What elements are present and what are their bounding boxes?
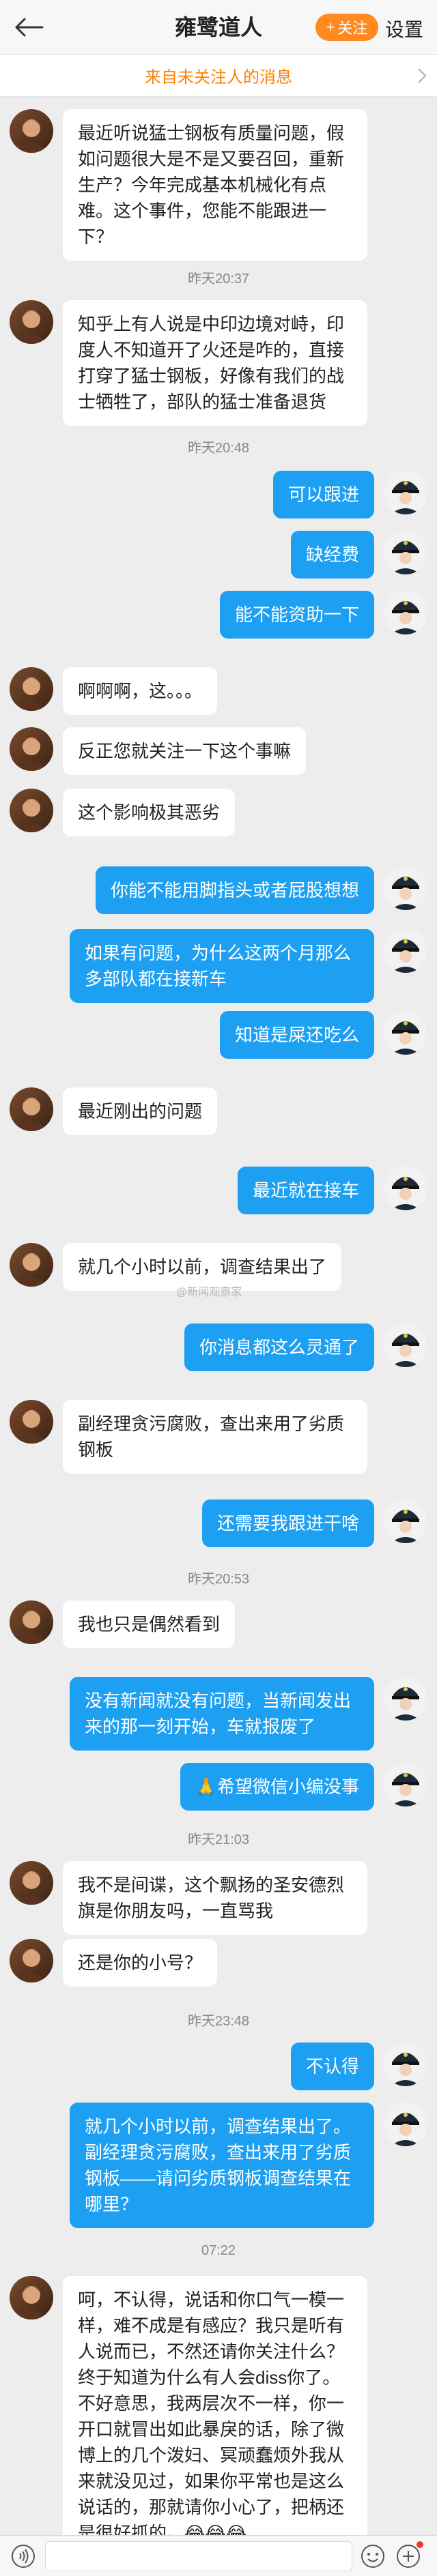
message-sent: 可以跟进	[264, 471, 427, 518]
avatar[interactable]	[10, 109, 53, 153]
avatar[interactable]	[384, 591, 427, 634]
message-bubble: 不认得	[290, 2043, 374, 2090]
avatar[interactable]	[10, 1939, 53, 1982]
message-sent: 最近就在接车	[228, 1167, 427, 1214]
avatar[interactable]	[10, 300, 53, 344]
message-received: 知乎上有人说是中印边境对峙，印度人不知道开了火还是咋的，直接打穿了猛士钢板，好像…	[10, 300, 377, 426]
message-bubble: 最近听说猛士钢板有质量问题，假如问题很大是不是又要召回，重新生产？今年完成基本机…	[63, 109, 367, 261]
avatar[interactable]	[384, 929, 427, 973]
avatar[interactable]	[10, 1087, 53, 1131]
message-received: 啊啊啊，这。。。	[10, 667, 227, 715]
back-button[interactable]	[14, 12, 48, 42]
voice-icon	[12, 2545, 35, 2568]
message-sent: 如果有问题，为什么这两个月那么多部队都在接新车	[60, 929, 427, 1003]
avatar[interactable]	[384, 531, 427, 574]
message-received: 我也只是偶然看到	[10, 1600, 244, 1648]
message-bubble: 知道是屎还吃么	[219, 1011, 374, 1059]
follow-label: 关注	[337, 20, 368, 37]
avatar[interactable]	[384, 1499, 427, 1543]
message-sent: 你能不能用脚指头或者屁股想想	[86, 866, 427, 914]
message-bubble: 你消息都这么灵通了	[184, 1323, 374, 1371]
message-sent: 🙏希望微信小编没事	[171, 1763, 427, 1811]
add-icon	[397, 2545, 420, 2568]
message-bubble: 还需要我跟进干啥	[201, 1499, 374, 1547]
chevron-right-icon	[418, 68, 427, 83]
message-received: 呵，不认得，说话和你口气一模一样，难不成是有感应？我只是听有人说而已，不然还请你…	[10, 2276, 377, 2557]
message-bubble: 我也只是偶然看到	[63, 1600, 236, 1648]
message-input[interactable]	[45, 2541, 352, 2571]
avatar[interactable]	[384, 1167, 427, 1210]
message-sent: 你消息都这么灵通了	[175, 1323, 427, 1371]
avatar[interactable]	[384, 471, 427, 514]
message-bubble: 我不是间谍，这个飘扬的圣安德烈旗是你朋友吗，一直骂我	[63, 1861, 367, 1935]
message-bubble: 呵，不认得，说话和你口气一模一样，难不成是有感应？我只是听有人说而已，不然还请你…	[63, 2276, 367, 2557]
avatar[interactable]	[384, 2103, 427, 2146]
message-received: 最近刚出的问题	[10, 1087, 227, 1135]
avatar[interactable]	[384, 866, 427, 910]
emoji-button[interactable]	[361, 2544, 385, 2568]
avatar[interactable]	[384, 1763, 427, 1806]
timestamp: 昨天23:48	[187, 2014, 250, 2029]
top-bar: 雍鹭道人 + 关注 设置	[0, 0, 437, 55]
timestamp: 昨天20:37	[187, 272, 250, 287]
message-sent: 不认得	[281, 2043, 427, 2090]
message-bubble: 副经理贪污腐败，查出来用了劣质钢板	[63, 1400, 367, 1474]
notification-dot	[417, 2541, 423, 2548]
avatar[interactable]	[10, 1400, 53, 1444]
message-received: 这个影响极其恶劣	[10, 789, 244, 836]
message-bubble: 这个影响极其恶劣	[63, 789, 236, 836]
avatar[interactable]	[384, 1323, 427, 1367]
plus-icon: +	[326, 18, 335, 35]
message-received: 副经理贪污腐败，查出来用了劣质钢板	[10, 1400, 377, 1474]
input-bar	[0, 2535, 437, 2576]
message-received: 还是你的小号？	[10, 1939, 227, 1987]
message-received: 我不是间谍，这个飘扬的圣安德烈旗是你朋友吗，一直骂我	[10, 1861, 377, 1935]
message-bubble: 就几个小时以前，调查结果出了。副经理贪污腐败，查出来用了劣质钢板——请问劣质钢板…	[70, 2103, 374, 2228]
message-sent: 知道是屎还吃么	[210, 1011, 427, 1059]
message-bubble: 啊啊啊，这。。。	[63, 667, 218, 715]
follow-button[interactable]: + 关注	[315, 14, 378, 41]
settings-button[interactable]: 设置	[385, 15, 423, 42]
avatar[interactable]	[10, 2276, 53, 2319]
message-received: 最近听说猛士钢板有质量问题，假如问题很大是不是又要召回，重新生产？今年完成基本机…	[10, 109, 377, 261]
message-bubble: 知乎上有人说是中印边境对峙，印度人不知道开了火还是咋的，直接打穿了猛士钢板，好像…	[63, 300, 367, 426]
message-received: 反正您就关注一下这个事嘛	[10, 727, 315, 775]
message-sent: 没有新闻就没有问题，当新闻发出来的那一刻开始，车就报废了	[60, 1677, 427, 1751]
add-button[interactable]	[396, 2544, 421, 2568]
message-sent: 还需要我跟进干啥	[193, 1499, 427, 1547]
avatar[interactable]	[10, 789, 53, 832]
avatar[interactable]	[384, 1677, 427, 1721]
message-bubble: 最近刚出的问题	[63, 1087, 218, 1135]
avatar[interactable]	[10, 1600, 53, 1644]
avatar[interactable]	[10, 727, 53, 771]
back-arrow-icon	[15, 18, 44, 37]
message-bubble: 能不能资助一下	[219, 591, 374, 639]
avatar[interactable]	[10, 667, 53, 711]
timestamp: 07:22	[201, 2243, 236, 2258]
message-bubble: 还是你的小号？	[63, 1939, 218, 1987]
watermark: @新闻观察家	[176, 1287, 242, 1298]
message-sent: 就几个小时以前，调查结果出了。副经理贪污腐败，查出来用了劣质钢板——请问劣质钢板…	[60, 2103, 427, 2228]
message-bubble: 如果有问题，为什么这两个月那么多部队都在接新车	[70, 929, 374, 1003]
message-bubble: 反正您就关注一下这个事嘛	[63, 727, 307, 775]
emoji-icon	[361, 2545, 384, 2568]
stranger-message-banner[interactable]: 来自未关注人的消息	[0, 55, 437, 97]
avatar[interactable]	[10, 1861, 53, 1905]
timestamp: 昨天21:03	[187, 1832, 250, 1847]
message-bubble: 缺经费	[290, 531, 374, 579]
message-bubble: 🙏希望微信小编没事	[180, 1763, 374, 1811]
banner-text: 来自未关注人的消息	[145, 68, 292, 87]
message-bubble: 没有新闻就没有问题，当新闻发出来的那一刻开始，车就报废了	[70, 1677, 374, 1751]
message-bubble: 可以跟进	[272, 471, 374, 518]
message-sent: 能不能资助一下	[210, 591, 427, 639]
timestamp: 昨天20:53	[187, 1572, 250, 1587]
message-bubble: 你能不能用脚指头或者屁股想想	[95, 866, 374, 914]
avatar[interactable]	[10, 1243, 53, 1287]
avatar[interactable]	[384, 2043, 427, 2086]
message-bubble: 最近就在接车	[237, 1167, 374, 1214]
message-sent: 缺经费	[281, 531, 427, 579]
avatar[interactable]	[384, 1011, 427, 1055]
voice-button[interactable]	[11, 2544, 36, 2568]
timestamp: 昨天20:48	[187, 441, 250, 456]
